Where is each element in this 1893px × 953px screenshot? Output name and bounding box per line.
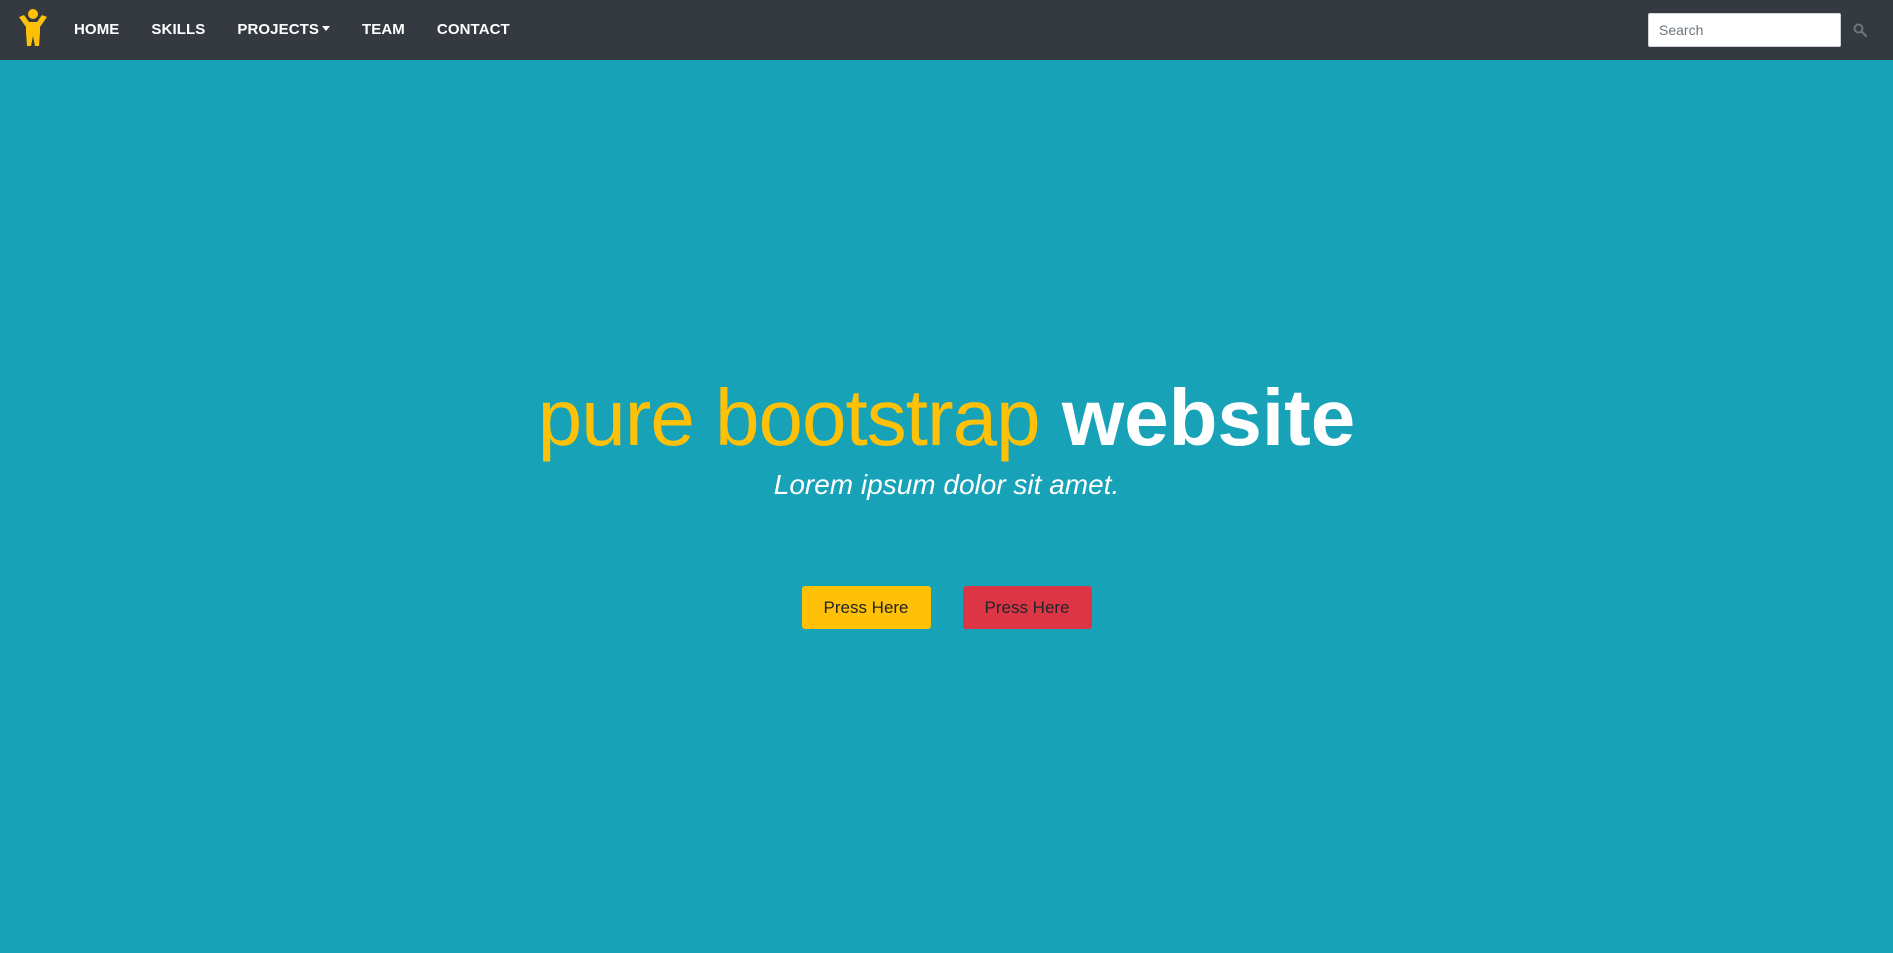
hero-section: pure bootstrap website Lorem ipsum dolor… [0,60,1893,953]
search-form [1648,13,1873,47]
search-input[interactable] [1648,13,1841,47]
top-navbar: HOME SKILLS PROJECTS TEAM CONTACT [0,0,1893,60]
hero-subtitle: Lorem ipsum dolor sit amet. [773,469,1120,500]
hero-button-group: Press Here Press Here [0,586,1893,629]
accessibility-person-icon [19,9,47,46]
search-button[interactable] [1847,13,1873,47]
nav-link-home[interactable]: HOME [58,21,135,38]
hero-title-light: pure bootstrap [537,373,1041,462]
press-here-button-yellow[interactable]: Press Here [801,586,931,629]
nav-link-projects-label: PROJECTS [237,21,319,38]
caret-down-icon [322,26,330,31]
search-icon [1853,23,1867,37]
hero-title-bold: website [1061,373,1356,462]
nav-link-team[interactable]: TEAM [346,21,421,38]
nav-link-projects-dropdown[interactable]: PROJECTS [221,21,346,38]
press-here-button-red[interactable]: Press Here [962,586,1092,629]
nav-menu: HOME SKILLS PROJECTS TEAM CONTACT [58,0,526,60]
brand-logo[interactable] [16,8,50,48]
nav-link-contact[interactable]: CONTACT [421,21,526,38]
hero-title: pure bootstrap website [0,378,1893,458]
nav-link-skills[interactable]: SKILLS [135,21,221,38]
